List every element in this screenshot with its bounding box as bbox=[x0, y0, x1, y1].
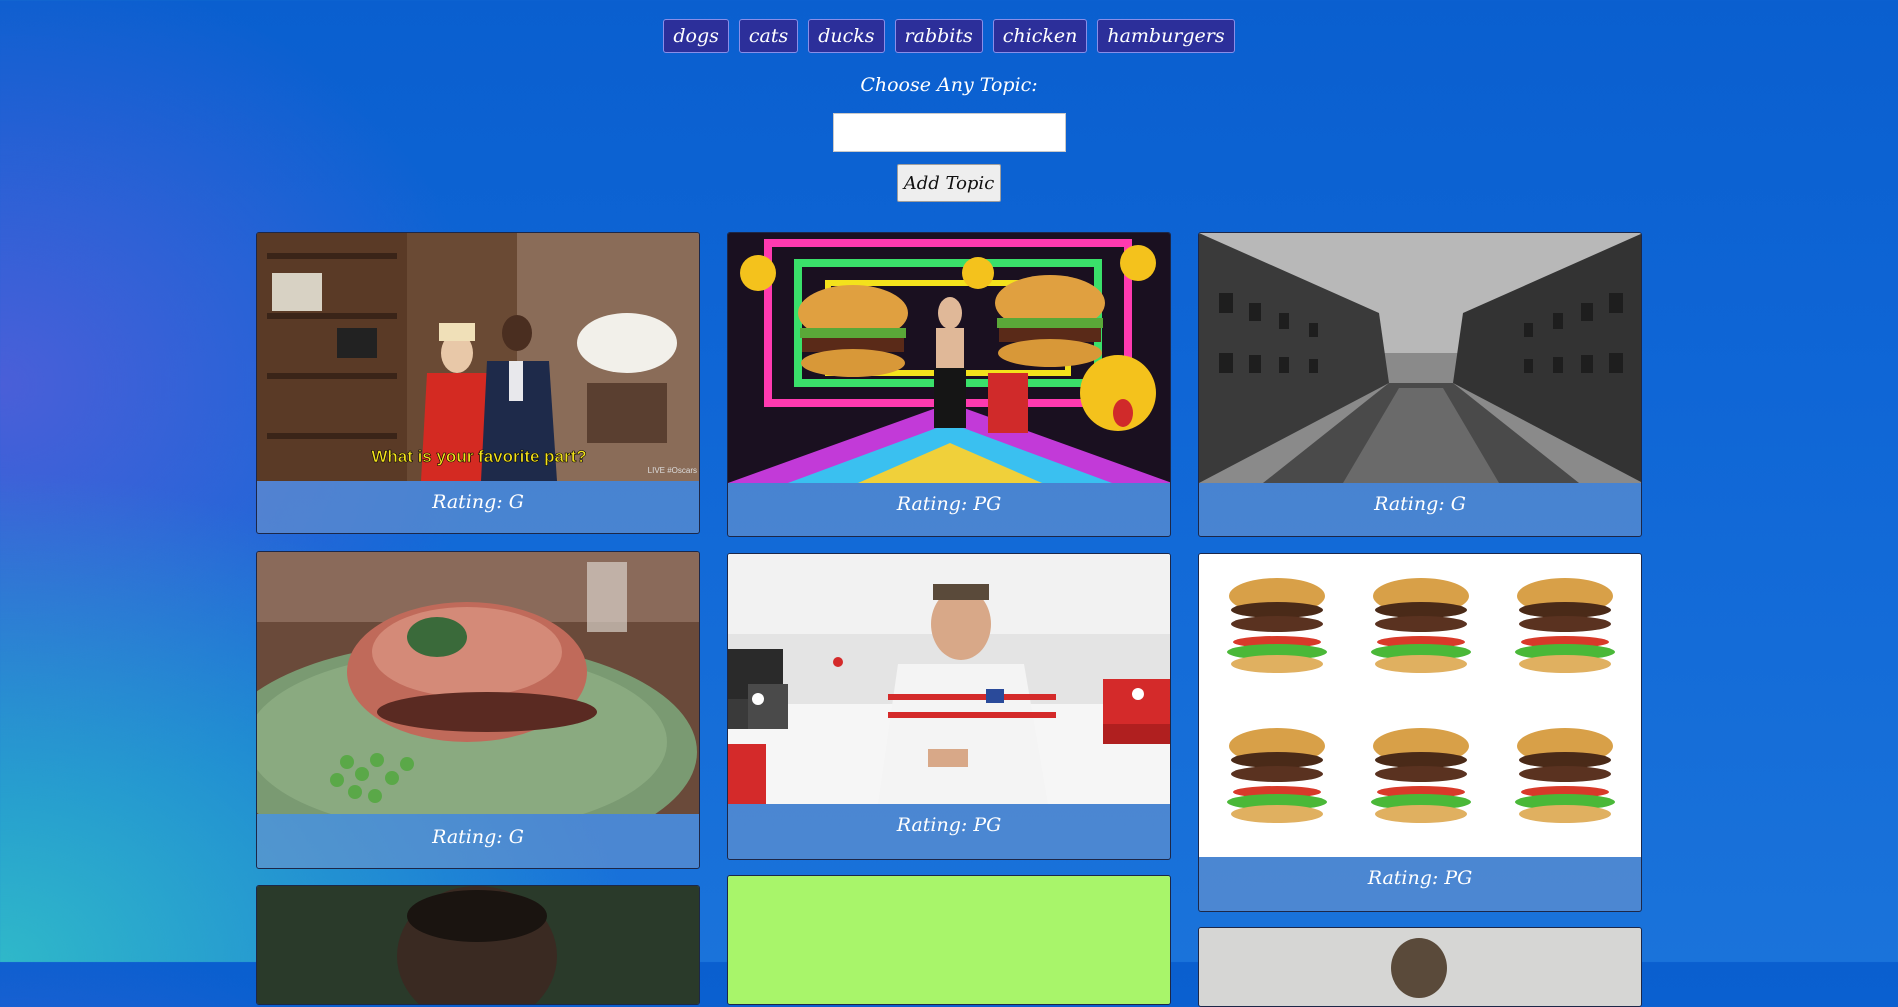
gif-card-6[interactable]: Rating: PG bbox=[1198, 553, 1642, 912]
add-topic-button[interactable]: Add Topic bbox=[897, 164, 1001, 202]
topic-button-rabbits[interactable]: rabbits bbox=[894, 19, 983, 53]
gif-card-2[interactable]: Rating: PG bbox=[727, 232, 1171, 537]
gif-rating-label: Rating: PG bbox=[1367, 867, 1473, 889]
gif-image-green[interactable] bbox=[728, 876, 1170, 1004]
topic-input[interactable] bbox=[833, 113, 1066, 152]
gif-rating-label: Rating: PG bbox=[896, 814, 1002, 836]
gif-card-7[interactable] bbox=[256, 885, 700, 1005]
gif-rating-label: Rating: PG bbox=[896, 493, 1002, 515]
choose-topic-label: Choose Any Topic: bbox=[860, 74, 1038, 96]
gif-image-soccer-player[interactable] bbox=[728, 554, 1170, 804]
gif-image-portrait[interactable] bbox=[257, 886, 699, 1004]
gif-watermark-text: LIVE #Oscars bbox=[648, 466, 697, 475]
gif-rating-label: Rating: G bbox=[432, 491, 524, 513]
gif-card-8[interactable] bbox=[727, 875, 1171, 1005]
gif-image-neon-burgers[interactable] bbox=[728, 233, 1170, 483]
gif-card-1[interactable]: What is your favorite part? LIVE #Oscars… bbox=[256, 232, 700, 534]
gif-image-canal[interactable] bbox=[1199, 233, 1641, 483]
topic-button-hamburgers[interactable]: hamburgers bbox=[1097, 19, 1235, 53]
topic-button-cats[interactable]: cats bbox=[738, 19, 799, 53]
gif-image-burger-grid[interactable] bbox=[1199, 554, 1641, 857]
gif-rating-label: Rating: G bbox=[1374, 493, 1466, 515]
gif-card-4[interactable]: Rating: G bbox=[256, 551, 700, 869]
topic-button-ducks[interactable]: ducks bbox=[808, 19, 885, 53]
gif-image-interview[interactable]: What is your favorite part? LIVE #Oscars bbox=[257, 233, 699, 481]
topic-button-bar: dogs cats ducks rabbits chicken hamburgers bbox=[0, 19, 1898, 53]
topic-button-dogs[interactable]: dogs bbox=[663, 19, 729, 53]
gif-image-burger-plate[interactable] bbox=[257, 552, 699, 814]
topic-button-chicken[interactable]: chicken bbox=[992, 19, 1088, 53]
gif-card-9[interactable] bbox=[1198, 927, 1642, 1007]
gif-image-person[interactable] bbox=[1199, 928, 1641, 1006]
gif-card-5[interactable]: Rating: PG bbox=[727, 553, 1171, 860]
gif-card-3[interactable]: Rating: G bbox=[1198, 232, 1642, 537]
gif-rating-label: Rating: G bbox=[432, 826, 524, 848]
gif-caption-text: What is your favorite part? bbox=[371, 447, 586, 466]
